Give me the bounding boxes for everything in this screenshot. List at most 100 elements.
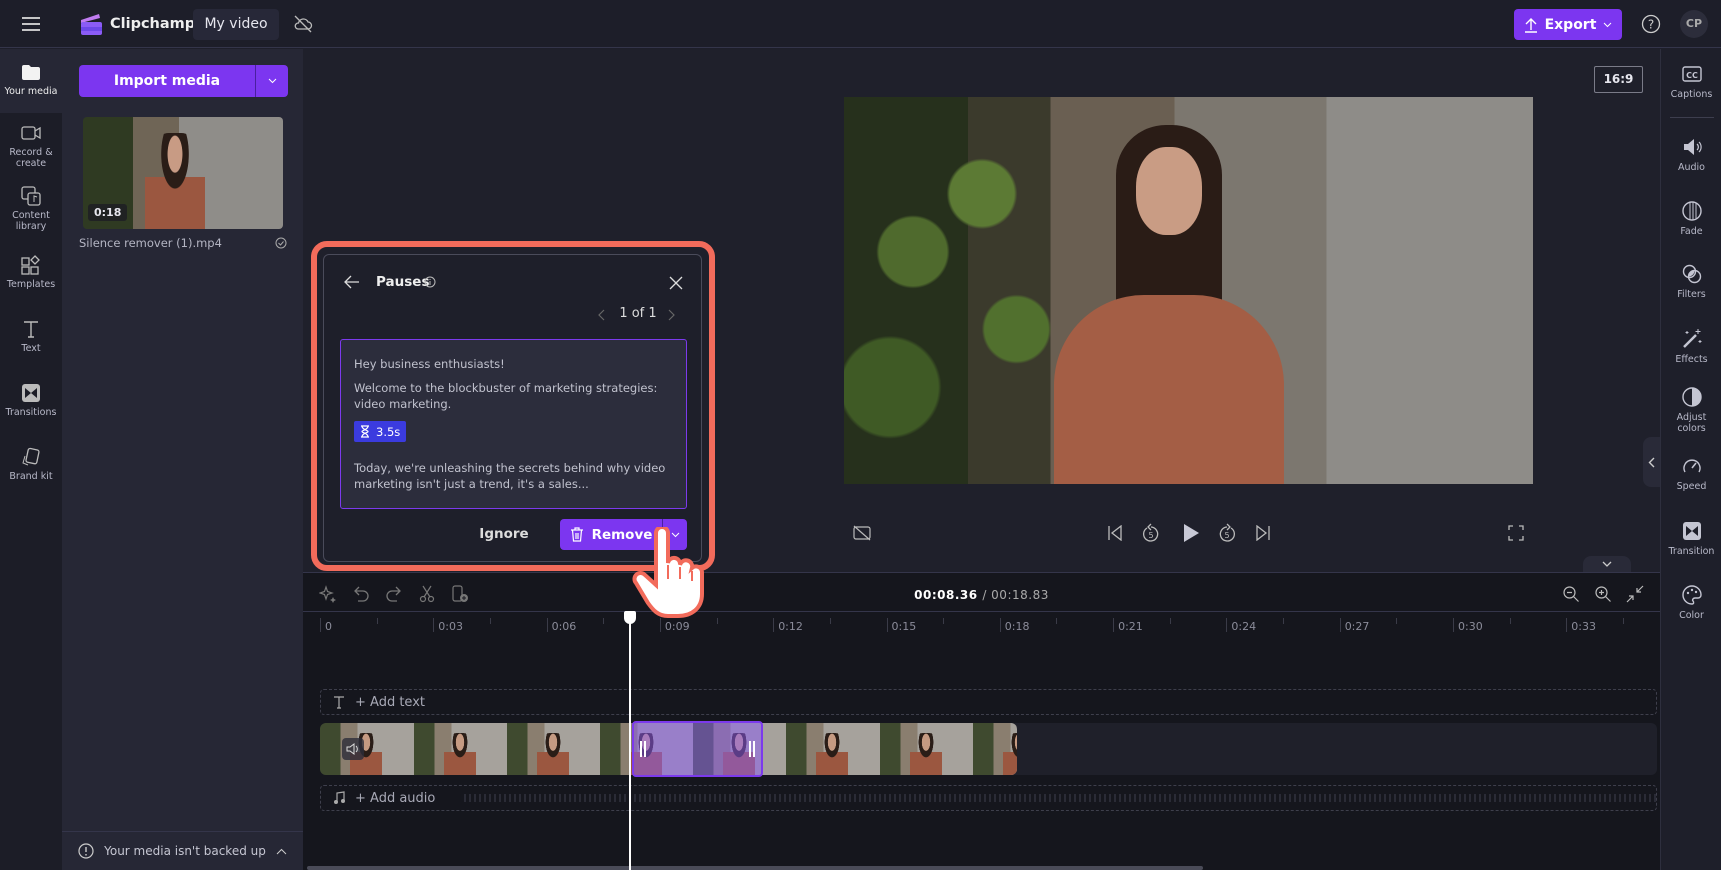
skip-back-icon[interactable] [1107,525,1123,541]
transitions-icon [20,382,42,404]
trash-icon [570,527,584,542]
media-thumbnail[interactable]: 0:18 [83,117,283,229]
clip-volume-icon[interactable] [342,738,364,760]
next-pause-icon[interactable] [668,309,676,321]
import-media-button[interactable]: Import media [79,65,288,97]
segment-handle-left[interactable] [640,741,646,757]
nav-label: Brand kit [9,471,53,482]
ruler-label: 0:27 [1344,620,1370,633]
sidebar-label: Filters [1677,289,1706,300]
video-track [320,721,1657,777]
import-media-label: Import media [79,65,256,97]
sidebar-label: Adjust [1676,412,1707,423]
nav-transitions[interactable]: Transitions [0,382,62,418]
ruler-tick [659,618,661,632]
forward-5-icon[interactable]: 5 [1218,523,1236,543]
skip-forward-icon[interactable] [1255,525,1271,541]
collapse-timeline-tab[interactable] [1583,556,1631,572]
transcript-line: Hey business enthusiasts! [354,357,505,371]
ruler-label: 0:24 [1231,620,1257,633]
zoom-out-icon[interactable] [1562,585,1580,603]
ruler-tick [773,618,775,632]
timeline-panel: 00:08.36 / 00:18.83 [303,572,1660,870]
rewind-5-icon[interactable]: 5 [1142,523,1160,543]
project-title-field[interactable]: My video [193,9,279,40]
transition-icon [1681,520,1703,542]
chevron-down-icon[interactable] [256,65,288,97]
nav-templates[interactable]: Templates [0,254,62,290]
cloud-off-icon[interactable] [293,14,313,34]
nav-text[interactable]: Text [0,318,62,354]
sidebar-adjust-colors[interactable]: Adjust colors [1661,386,1721,434]
sidebar-speed[interactable]: Speed [1661,455,1721,492]
aspect-ratio-button[interactable]: 16:9 [1594,66,1643,93]
pause-duration-badge[interactable]: 3.5s [354,421,407,442]
sidebar-label: Speed [1676,481,1707,492]
fade-icon [1681,200,1703,222]
transcript-card[interactable]: Hey business enthusiasts! Welcome to the… [340,339,687,509]
music-note-icon [333,791,345,805]
info-icon[interactable] [424,276,436,288]
video-preview[interactable] [844,97,1533,484]
back-arrow-icon[interactable] [344,275,360,289]
sidebar-fade[interactable]: Fade [1661,200,1721,237]
export-button[interactable]: Export [1514,9,1622,40]
add-audio-track[interactable]: + Add audio [320,785,1657,811]
ruler-tick [1339,618,1341,632]
ruler-minor-tick [603,618,605,624]
text-icon [20,318,42,340]
menu-icon[interactable] [21,15,41,33]
segment-handle-right[interactable] [749,741,755,757]
media-filename: Silence remover (1).mp4 [79,236,222,250]
total-time: / 00:18.83 [982,588,1049,602]
sidebar-audio[interactable]: Audio [1661,136,1721,173]
prev-pause-icon[interactable] [597,309,605,321]
speed-icon [1681,455,1703,477]
avatar[interactable]: CP [1680,10,1708,38]
captions-off-icon[interactable] [853,525,871,541]
backup-notice[interactable]: Your media isn't backed up [62,831,303,870]
nav-brand-kit[interactable]: Brand kit [0,446,62,482]
add-text-label: + Add text [355,694,425,710]
ignore-button[interactable]: Ignore [464,519,544,550]
help-icon[interactable]: ? [1641,14,1661,34]
camera-icon [20,122,42,144]
sidebar-effects[interactable]: Effects [1661,328,1721,365]
sidebar-captions[interactable]: CC Captions [1661,63,1721,100]
expand-properties-tab[interactable] [1643,437,1660,487]
sidebar-label: Color [1679,610,1704,621]
warning-icon [78,843,94,859]
sidebar-filters[interactable]: Filters [1661,263,1721,300]
chevron-down-icon [1603,22,1612,28]
sidebar-color[interactable]: Color [1661,584,1721,621]
ruler-minor-tick [1509,618,1511,624]
play-icon[interactable] [1182,523,1200,543]
timeline-scrollbar[interactable] [307,866,1203,870]
pause-highlight-segment[interactable] [632,721,763,777]
presenter [1054,125,1284,484]
pauses-dialog: Pauses 1 of 1 Hey business enthusiasts! … [323,254,702,562]
ruler-label: 0:15 [891,620,917,633]
ruler-minor-tick [1396,618,1398,624]
fit-timeline-icon[interactable] [1626,585,1644,603]
nav-label: Content [12,210,50,221]
add-text-track[interactable]: + Add text [320,689,1657,715]
ruler-label: 0:03 [438,620,463,633]
media-panel: Import media 0:18 Silence remover (1).mp… [62,49,303,870]
nav-content-library[interactable]: Content library [0,185,62,232]
svg-text:?: ? [1648,18,1654,32]
chevron-left-icon [1648,457,1655,468]
ruler-minor-tick [1283,618,1285,624]
svg-text:5: 5 [1224,531,1229,540]
time-display: 00:08.36 / 00:18.83 [303,585,1660,605]
nav-your-media[interactable]: Your media [0,49,62,113]
ruler-minor-tick [716,618,718,624]
nav-record-create[interactable]: Record & create [0,122,62,169]
close-icon[interactable] [669,276,683,290]
zoom-in-icon[interactable] [1594,585,1612,603]
playhead[interactable] [629,611,631,870]
fullscreen-icon[interactable] [1508,525,1524,541]
chevron-up-icon[interactable] [276,848,287,855]
ruler-tick [886,618,888,632]
sidebar-transition[interactable]: Transition [1661,520,1721,557]
